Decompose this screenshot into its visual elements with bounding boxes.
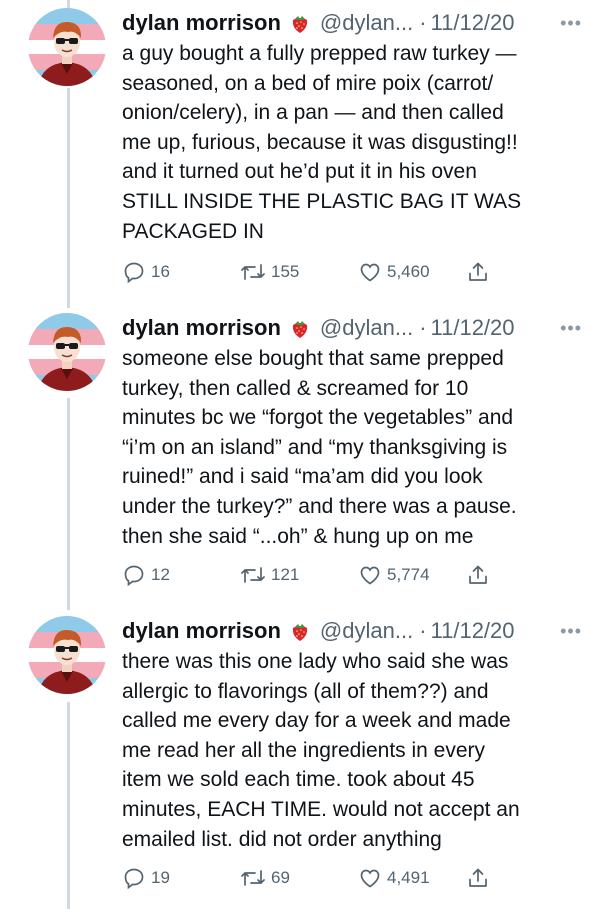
heart-icon [360,566,380,585]
like-count: 5,460 [387,262,430,281]
tweet-header: dylan morrison @dylan... · 11/12/20 ••• [122,8,582,38]
separator-dot: · [419,618,427,643]
author-handle[interactable]: @dylan... [320,616,413,646]
tweet-text-line: emailed list. did not order anything [122,827,442,851]
share-button[interactable] [466,864,490,892]
retweet-button[interactable]: 69 [240,864,290,892]
tweet-text-line: there was this one lady who said she was [122,650,509,673]
tweet-date[interactable]: 11/12/20 [431,8,515,38]
reply-count: 12 [151,565,170,584]
reply-icon [124,565,144,587]
tweet-text-line: someone else bought that same prepped [122,347,504,370]
tweet-text-line: then she said “...oh” & hung up on me [122,524,474,548]
tweet-text-line: minutes bc we “forgot the vegetables” an… [122,406,514,430]
tweet-text-line: a guy bought a fully prepped raw turkey … [122,42,517,65]
author-name[interactable]: dylan morrison [122,616,281,646]
retweet-button[interactable]: 121 [240,561,299,589]
tweet-text-line: me up, furious, because it was disgustin… [122,130,518,154]
avatar-image [28,313,106,391]
reply-button[interactable]: 19 [122,864,170,892]
more-options-icon[interactable]: ••• [560,8,582,38]
tweet-text-line: called me every day for a week and made [122,709,511,733]
share-button[interactable] [466,258,490,286]
tweet-text: a guy bought a fully prepped raw turkey … [122,39,584,246]
thread-line [67,0,70,8]
avatar-image [28,616,106,694]
retweet-button[interactable]: 155 [240,258,299,286]
share-icon [469,565,487,584]
tweet-text: someone else bought that same prepped tu… [122,344,584,551]
tweet-text-line: PACKAGED IN [122,219,264,243]
author-name[interactable]: dylan morrison [122,313,281,343]
tweet-text-line: onion/celery), in a pan — and then calle… [122,101,504,125]
reply-button[interactable]: 16 [122,258,170,286]
author-handle[interactable]: @dylan... [320,8,413,38]
like-button[interactable]: 5,460 [358,258,430,286]
retweet-count: 69 [271,868,290,887]
tweet-text: there was this one lady who said she was… [122,647,584,854]
more-options-icon[interactable]: ••• [560,313,582,343]
retweet-icon [241,264,265,280]
retweet-icon [241,567,265,583]
share-icon [469,868,487,887]
tweet-actions: 12 121 5,774 [122,561,502,589]
tweet-text-line: and it turned out he’d put it in his ove… [122,160,477,184]
reply-button[interactable]: 12 [122,561,170,589]
tweet-text-line: “i’m on an island” and “my thanksgiving … [122,435,508,459]
tweet-text-line: under the turkey?” and there was a pause… [122,494,517,518]
heart-icon [360,869,380,888]
separator-dot: · [419,10,427,35]
like-count: 5,774 [387,565,430,584]
tweet-actions: 19 69 4,491 [122,864,502,892]
avatar[interactable] [28,313,106,391]
tweet-text-line: ruined!” and i said “ma’am did you look [122,465,483,489]
share-button[interactable] [466,561,490,589]
tweet-text-line: allergic to flavorings (all of them??) a… [122,679,489,703]
thread-line [67,702,70,909]
author-name[interactable]: dylan morrison [122,8,281,38]
avatar-image [28,8,106,86]
reply-count: 16 [151,262,170,281]
heart-icon [360,263,380,282]
tweet-date[interactable]: 11/12/20 [431,313,515,343]
tweet-text-line: turkey, then called & screamed for 10 [122,376,469,400]
tweet-text-line: item we sold each time. took about 45 [122,768,475,792]
thread-line [67,398,70,610]
tweet-actions: 16 155 5,460 [122,258,502,286]
strawberry-icon [288,316,312,340]
reply-count: 19 [151,868,170,887]
strawberry-icon [288,11,312,35]
like-count: 4,491 [387,868,430,887]
author-handle[interactable]: @dylan... [320,313,413,343]
more-options-icon[interactable]: ••• [560,616,582,646]
tweet-header: dylan morrison @dylan... · 11/12/20 ••• [122,313,582,343]
retweet-icon [241,870,265,886]
avatar[interactable] [28,616,106,694]
tweet-date[interactable]: 11/12/20 [431,616,515,646]
tweet-text-line: seasoned, on a bed of mire poix (carrot/ [122,71,494,95]
share-icon [469,262,487,281]
like-button[interactable]: 5,774 [358,561,430,589]
retweet-count: 121 [271,565,300,584]
strawberry-icon [288,619,312,643]
thread-line [67,88,70,308]
reply-icon [124,868,144,890]
tweet-text-line: me read her all the ingredients in every [122,738,486,762]
avatar[interactable] [28,8,106,86]
tweet-header: dylan morrison @dylan... · 11/12/20 ••• [122,616,582,646]
tweet-text-line: minutes, EACH TIME. would not accept an [122,797,520,821]
tweet-text-line: STILL INSIDE THE PLASTIC BAG IT WAS [122,189,522,213]
retweet-count: 155 [271,262,300,281]
like-button[interactable]: 4,491 [358,864,430,892]
reply-icon [124,262,144,284]
separator-dot: · [419,315,427,340]
